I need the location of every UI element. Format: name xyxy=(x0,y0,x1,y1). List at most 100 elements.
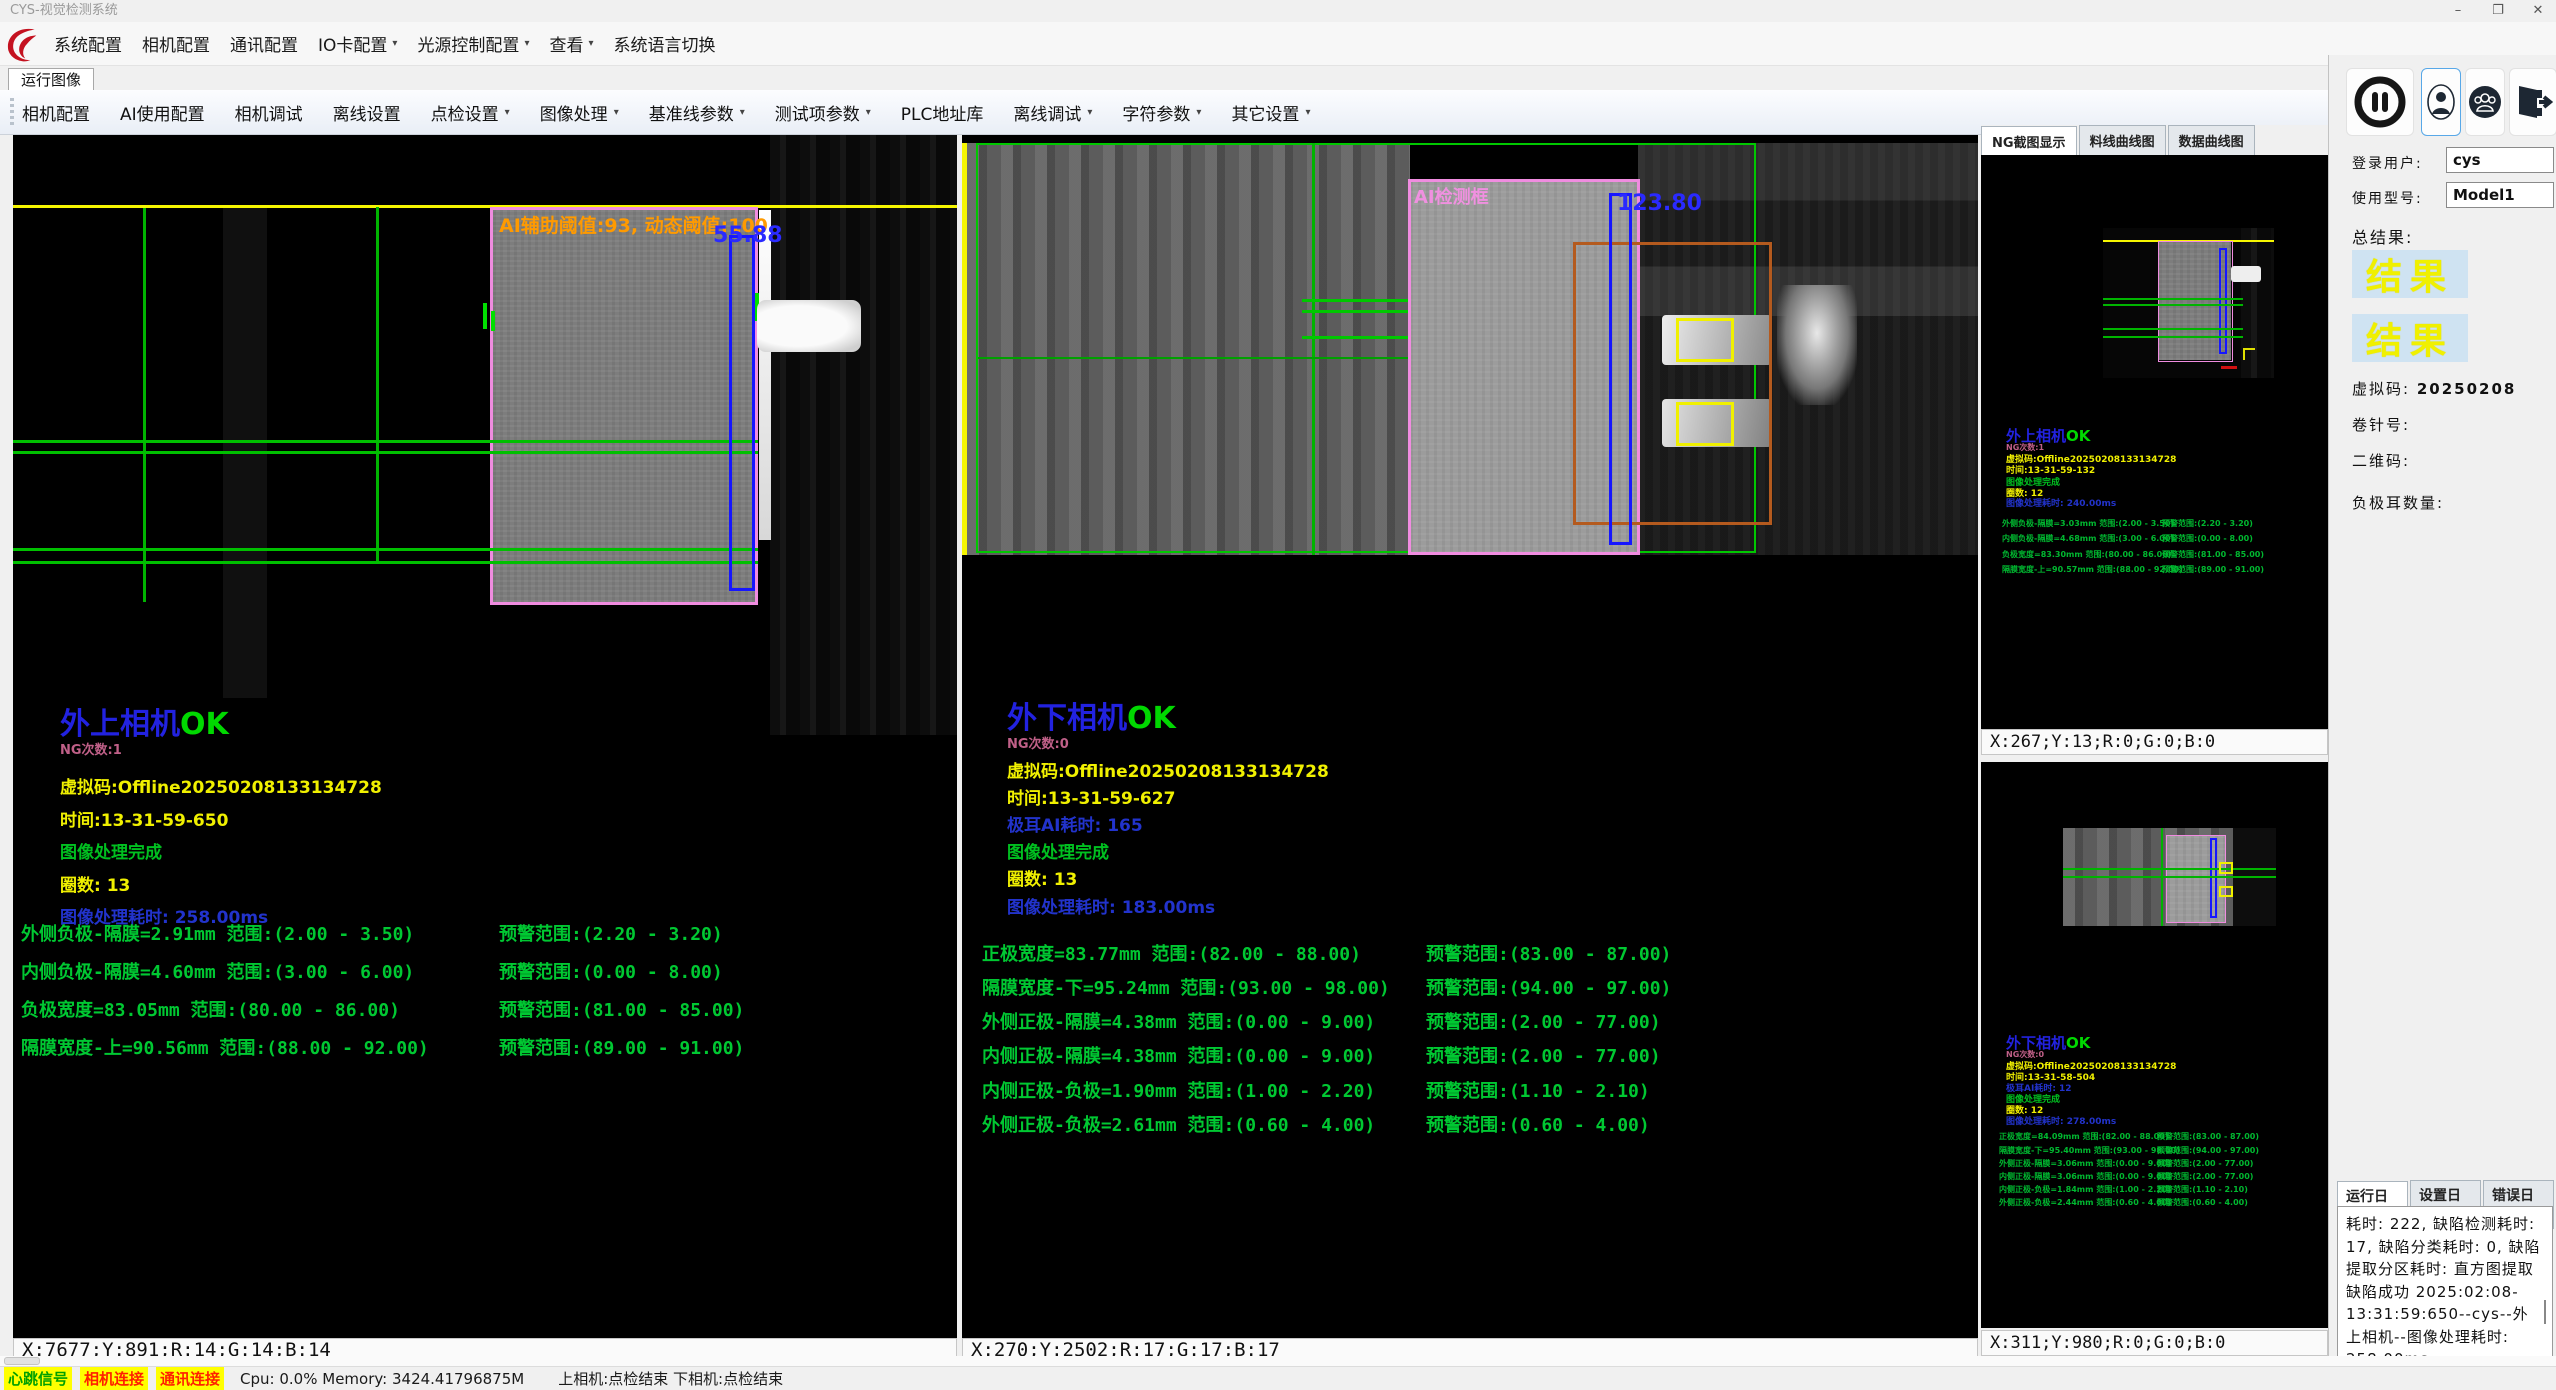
mini-measurement-row: 正极宽度=84.09mm 范围:(82.00 - 88.00)预警范围:(83.… xyxy=(1999,1131,2328,1143)
mini-measurement-row: 外侧正极-隔膜=3.06mm 范围:(0.00 - 9.00)预警范围:(2.0… xyxy=(1999,1158,2328,1170)
overlay-orange-rect xyxy=(1573,242,1772,525)
tool-camera-debug[interactable]: 相机调试 xyxy=(235,100,303,125)
mini-measurement-row: 内侧正极-隔膜=3.06mm 范围:(0.00 - 9.00)预警范围:(2.0… xyxy=(1999,1171,2328,1183)
camera-check-status: 上相机:点检结束 下相机:点检结束 xyxy=(558,1368,783,1389)
tool-spot-check[interactable]: 点检设置▾ xyxy=(431,100,510,125)
overlay-yellow-box xyxy=(1676,402,1734,446)
comm-link-badge: 通讯连接 xyxy=(156,1367,224,1390)
tool-offline-debug[interactable]: 离线调试▾ xyxy=(1013,100,1092,125)
virtual-code: 虚拟码:Offline20250208133134728 xyxy=(60,773,382,798)
tab-run-image[interactable]: 运行图像 xyxy=(8,68,94,91)
left-image-dark-stripes xyxy=(770,135,957,735)
overlay-green-hline xyxy=(13,440,758,443)
cpu-memory-text: Cpu: 0.0% Memory: 3424.41796875M xyxy=(240,1370,524,1388)
measurement-row: 外侧正极-负极=2.61mm 范围:(0.60 - 4.00) 预警范围:(0.… xyxy=(982,1111,1978,1141)
needle-number-label: 卷针号: xyxy=(2352,414,2410,435)
pause-button[interactable] xyxy=(2346,68,2414,136)
ai-elapsed: 极耳AI耗时: 165 xyxy=(1007,811,1143,836)
ng-preview-top[interactable]: 外上相机OK NG次数:1 虚拟码:Offline202502081331347… xyxy=(1981,155,2328,729)
status-bar: 心跳信号 相机连接 通讯连接 Cpu: 0.0% Memory: 3424.41… xyxy=(0,1366,2556,1390)
measurement-warning: 预警范围:(2.20 - 3.20) xyxy=(499,920,723,946)
minimize-button[interactable]: – xyxy=(2440,0,2476,22)
overlay-blue-rect xyxy=(729,235,755,591)
width-value-label: 123.80 xyxy=(1617,191,1702,216)
menu-camera-config[interactable]: 相机配置 xyxy=(132,31,220,56)
sidebar-tab-bar: NG截图显示 料线曲线图 数据曲线图 xyxy=(1981,125,2328,155)
measurement-warning: 预警范围:(81.00 - 85.00) xyxy=(499,996,744,1022)
measurement-row: 内侧正极-负极=1.90mm 范围:(1.00 - 2.20) 预警范围:(1.… xyxy=(982,1077,1978,1107)
menu-io-card-config[interactable]: IO卡配置▾ xyxy=(308,31,407,56)
machinery-highlight xyxy=(1777,285,1857,405)
measurement-row: 负极宽度=83.05mm 范围:(80.00 - 86.00) 预警范围:(81… xyxy=(21,996,957,1026)
overlay-yellow-box xyxy=(1676,318,1734,362)
virtual-code: 虚拟码:Offline20250208133134728 xyxy=(1007,757,1329,782)
login-user-input[interactable]: cys xyxy=(2446,147,2554,173)
measurement-warning: 预警范围:(0.60 - 4.00) xyxy=(1426,1111,1650,1137)
tool-ai-use-config[interactable]: AI使用配置 xyxy=(120,100,205,125)
maximize-button[interactable]: ❐ xyxy=(2480,0,2516,22)
menu-language-switch[interactable]: 系统语言切换 xyxy=(604,31,726,56)
chevron-down-icon: ▾ xyxy=(392,38,397,49)
camera-name: 外上相机 xyxy=(60,707,180,742)
menu-system-config[interactable]: 系统配置 xyxy=(44,31,132,56)
measurement-warning: 预警范围:(1.10 - 2.10) xyxy=(1426,1077,1650,1103)
tab-material-curve[interactable]: 料线曲线图 xyxy=(2079,125,2166,155)
tab-ng-screenshot[interactable]: NG截图显示 xyxy=(1981,126,2077,156)
menu-comm-config[interactable]: 通讯配置 xyxy=(220,31,308,56)
qr-code-label: 二维码: xyxy=(2352,450,2410,471)
measurement-warning: 预警范围:(89.00 - 91.00) xyxy=(499,1034,744,1060)
tool-offline-setting[interactable]: 离线设置 xyxy=(333,100,401,125)
overlay-green-tick xyxy=(483,303,487,329)
ng-count: NG次数:0 xyxy=(1007,733,1069,752)
close-button[interactable]: ✕ xyxy=(2520,0,2556,22)
model-input[interactable]: Model1 xyxy=(2446,182,2554,208)
mini-measurement-row: 隔膜宽度-上=90.57mm 范围:(88.00 - 92.00)预警范围:(8… xyxy=(2002,564,2328,576)
measurement-warning: 预警范围:(94.00 - 97.00) xyxy=(1426,974,1671,1000)
overlay-green-hline xyxy=(13,451,758,454)
measurement-warning: 预警范围:(83.00 - 87.00) xyxy=(1426,940,1671,966)
process-elapsed: 图像处理耗时: 183.00ms xyxy=(1007,893,1215,918)
pause-icon xyxy=(2353,75,2407,129)
camera-name-status: 外上相机OK xyxy=(60,699,229,743)
tab-data-curve[interactable]: 数据曲线图 xyxy=(2168,125,2255,155)
menu-light-control-config[interactable]: 光源控制配置▾ xyxy=(407,31,539,56)
capture-time: 时间:13-31-59-627 xyxy=(1007,784,1175,809)
overlay-pink-rect xyxy=(490,207,758,605)
tool-char-params[interactable]: 字符参数▾ xyxy=(1122,100,1201,125)
overlay-blue-rect xyxy=(1609,193,1632,545)
mini-image xyxy=(2103,228,2274,378)
exit-door-icon xyxy=(2513,82,2553,122)
measurement-text: 隔膜宽度-上=90.56mm 范围:(88.00 - 92.00) xyxy=(21,1038,429,1059)
tool-plc-address[interactable]: PLC地址库 xyxy=(901,100,984,125)
chevron-down-icon: ▾ xyxy=(588,38,593,49)
measurement-text: 内侧正极-负极=1.90mm 范围:(1.00 - 2.20) xyxy=(982,1081,1375,1102)
tool-image-process[interactable]: 图像处理▾ xyxy=(540,100,619,125)
log-scrollbar[interactable] xyxy=(2544,1300,2546,1324)
tool-baseline-params[interactable]: 基准线参数▾ xyxy=(649,100,745,125)
chevron-down-icon: ▾ xyxy=(866,107,871,118)
user-button[interactable] xyxy=(2421,68,2461,136)
mini-line: 图像处理耗时: 278.00ms xyxy=(2006,1114,2116,1127)
chevron-down-icon: ▾ xyxy=(524,38,529,49)
left-camera-view[interactable]: AI辅助阈值:93, 动态阈值:100 55.88 外上相机OK NG次数:1 … xyxy=(13,135,957,1338)
width-value-label: 55.88 xyxy=(713,223,783,248)
measurement-row: 外侧负极-隔膜=2.91mm 范围:(2.00 - 3.50) 预警范围:(2.… xyxy=(21,920,957,950)
ng-preview-top-coords: X:267;Y:13;R:0;G:0;B:0 xyxy=(1981,729,2328,755)
exit-button[interactable] xyxy=(2509,68,2556,136)
mini-measurement-row: 隔膜宽度-下=95.40mm 范围:(93.00 - 98.00)预警范围:(9… xyxy=(1999,1145,2328,1157)
overlay-green-tick xyxy=(491,311,495,331)
scroll-handle[interactable] xyxy=(4,1357,40,1365)
tool-other-settings[interactable]: 其它设置▾ xyxy=(1231,100,1310,125)
tool-camera-config[interactable]: 相机配置 xyxy=(22,100,90,125)
overlay-green-hline xyxy=(13,548,758,551)
ng-count: NG次数:1 xyxy=(60,739,122,758)
menu-view[interactable]: 查看▾ xyxy=(539,31,603,56)
users-button[interactable] xyxy=(2465,68,2505,136)
tool-test-item-params[interactable]: 测试项参数▾ xyxy=(775,100,871,125)
right-camera-view[interactable]: AI检测框 123.80 外下相机OK NG次数:0 虚拟码:Offline20… xyxy=(962,135,1978,1338)
measurement-text: 外侧正极-隔膜=4.38mm 范围:(0.00 - 9.00) xyxy=(982,1012,1375,1033)
title-bar: CYS-视觉检测系统 xyxy=(0,0,2556,22)
measurement-row: 外侧正极-隔膜=4.38mm 范围:(0.00 - 9.00) 预警范围:(2.… xyxy=(982,1008,1978,1038)
camera-result: OK xyxy=(1127,701,1176,736)
ng-preview-bottom[interactable]: 外下相机OK NG次数:0 虚拟码:Offline202502081331347… xyxy=(1981,762,2328,1328)
